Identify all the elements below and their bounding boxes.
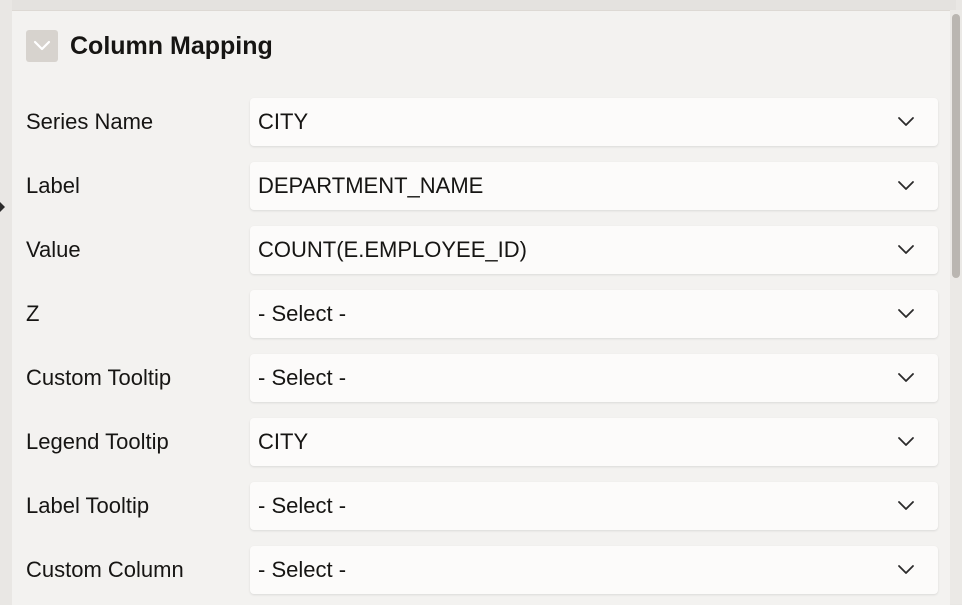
select-value: - Select - bbox=[258, 557, 347, 582]
section-header: Column Mapping bbox=[26, 29, 273, 63]
select-value: CITY bbox=[258, 429, 309, 454]
section-title: Column Mapping bbox=[70, 31, 273, 60]
chevron-down-icon bbox=[898, 181, 914, 190]
vertical-scrollbar[interactable] bbox=[950, 10, 962, 604]
field-row-label-tooltip: Label Tooltip - Select - bbox=[26, 482, 938, 530]
splitter-arrow-icon[interactable] bbox=[0, 202, 5, 212]
field-row-legend-tooltip: Legend Tooltip CITY bbox=[26, 418, 938, 466]
chevron-down-icon bbox=[898, 373, 914, 382]
custom-tooltip-select[interactable]: - Select - bbox=[250, 354, 938, 402]
chevron-down-icon bbox=[898, 117, 914, 126]
chevron-down-icon bbox=[33, 40, 51, 51]
select-value: - Select - bbox=[258, 301, 347, 326]
select-value: - Select - bbox=[258, 493, 347, 518]
field-row-z: Z - Select - bbox=[26, 290, 938, 338]
top-divider bbox=[12, 0, 956, 10]
field-row-series-name: Series Name CITY bbox=[26, 98, 938, 146]
chevron-down-icon bbox=[898, 437, 914, 446]
field-row-label: Label DEPARTMENT_NAME bbox=[26, 162, 938, 210]
field-label: Custom Tooltip bbox=[26, 365, 172, 390]
chevron-down-icon bbox=[898, 309, 914, 318]
select-value: CITY bbox=[258, 109, 309, 134]
chevron-down-icon bbox=[898, 245, 914, 254]
field-label: Custom Column bbox=[26, 557, 184, 582]
custom-column-select[interactable]: - Select - bbox=[250, 546, 938, 594]
collapse-button[interactable] bbox=[26, 30, 58, 62]
field-label: Label Tooltip bbox=[26, 493, 150, 518]
legend-tooltip-select[interactable]: CITY bbox=[250, 418, 938, 466]
chevron-down-icon bbox=[898, 565, 914, 574]
z-select[interactable]: - Select - bbox=[250, 290, 938, 338]
column-mapping-panel: Column Mapping Series Name CITY Label DE… bbox=[12, 10, 950, 605]
label-tooltip-select[interactable]: - Select - bbox=[250, 482, 938, 530]
field-row-custom-tooltip: Custom Tooltip - Select - bbox=[26, 354, 938, 402]
select-value: DEPARTMENT_NAME bbox=[258, 173, 484, 198]
field-row-custom-column: Custom Column - Select - bbox=[26, 546, 938, 594]
field-label: Series Name bbox=[26, 109, 154, 134]
field-label: Value bbox=[26, 237, 81, 262]
field-label: Label bbox=[26, 173, 80, 198]
select-value: - Select - bbox=[258, 365, 347, 390]
series-name-select[interactable]: CITY bbox=[250, 98, 938, 146]
label-select[interactable]: DEPARTMENT_NAME bbox=[250, 162, 938, 210]
value-select[interactable]: COUNT(E.EMPLOYEE_ID) bbox=[250, 226, 938, 274]
chevron-down-icon bbox=[898, 501, 914, 510]
scrollbar-thumb[interactable] bbox=[952, 14, 960, 278]
field-label: Z bbox=[26, 301, 40, 326]
select-value: COUNT(E.EMPLOYEE_ID) bbox=[258, 237, 527, 262]
field-label: Legend Tooltip bbox=[26, 429, 169, 454]
field-row-value: Value COUNT(E.EMPLOYEE_ID) bbox=[26, 226, 938, 274]
